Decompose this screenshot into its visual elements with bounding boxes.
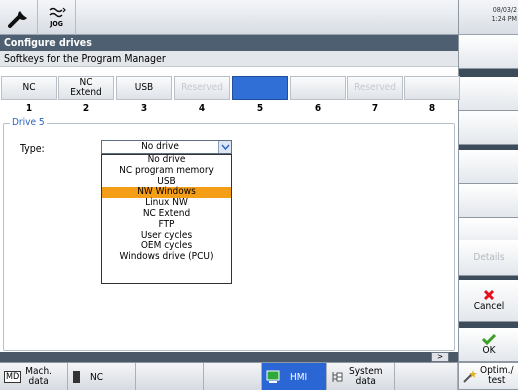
mach-data-label: Mach. data — [25, 367, 52, 387]
preview-softkey-8[interactable] — [404, 76, 460, 100]
vertical-softkey-4[interactable] — [459, 150, 518, 184]
softkey-number: 7 — [371, 103, 379, 114]
details-button[interactable]: Details — [459, 240, 518, 276]
preview-softkey-6[interactable] — [290, 76, 346, 100]
optim-label: Optim./ test — [480, 366, 513, 386]
preview-softkey-line1: NC — [22, 82, 36, 93]
drive-type-options: No drive NC program memory USB NW Window… — [101, 154, 232, 284]
cancel-label: Cancel — [473, 301, 505, 312]
page-title: Configure drives — [0, 35, 458, 51]
nc-button[interactable]: NC — [68, 363, 136, 390]
mach-data-line2: data — [28, 376, 49, 387]
vertical-softkey-3[interactable] — [459, 111, 518, 145]
hmi-label: HMI — [290, 371, 308, 383]
hmi-button[interactable]: HMI — [262, 363, 327, 390]
type-label: Type: — [20, 143, 45, 155]
optim-test-button[interactable]: Optim./ test — [459, 362, 518, 390]
scroll-right-button[interactable]: > — [431, 352, 449, 362]
drive-type-value: No drive — [141, 141, 179, 152]
system-data-label: System data — [349, 367, 383, 387]
softkey-number: 6 — [314, 103, 322, 114]
nc-card-icon — [73, 371, 80, 383]
system-data-button[interactable]: System data — [327, 363, 395, 390]
preview-softkey-label: NC Extend — [70, 78, 101, 98]
nc-label: NC — [90, 371, 104, 383]
vertical-softkey-2[interactable] — [459, 77, 518, 111]
clock-time: 1:24 PM — [491, 15, 517, 23]
monitor-icon — [266, 370, 280, 383]
ok-button[interactable]: OK — [459, 328, 518, 362]
preview-softkey-line2: Extend — [70, 87, 102, 98]
preview-softkey-label: NC — [22, 83, 35, 93]
wrench-icon — [7, 10, 27, 28]
softkey-preview-row: NC NC Extend USB Reserved Reserved — [0, 67, 460, 103]
clock-date: 08/03/2 — [492, 6, 517, 14]
page-subtitle: Softkeys for the Program Manager — [0, 51, 458, 67]
vertical-softkey-5[interactable] — [459, 184, 518, 218]
preview-softkey-1[interactable]: NC — [1, 76, 57, 100]
softkey-number: 2 — [82, 103, 90, 114]
softkey-number: 1 — [25, 103, 33, 114]
horizontal-softkey-divider — [0, 352, 458, 362]
horizontal-softkey-bar: MD Mach. data NC HMI System data — [0, 362, 458, 390]
checkmark-icon — [481, 333, 497, 345]
cancel-x-icon — [483, 289, 495, 301]
softkey-number-row: 1 2 3 4 5 6 7 8 — [0, 103, 458, 117]
md-icon: MD — [4, 371, 22, 383]
preview-softkey-5[interactable] — [232, 76, 288, 100]
wrench-button[interactable] — [0, 0, 38, 35]
machine-data-button[interactable]: MD Mach. data — [0, 363, 68, 390]
jog-label: JOG — [50, 20, 63, 28]
drive-type-option[interactable]: NC program memory — [102, 165, 231, 177]
header-bar: JOG — [0, 0, 458, 35]
drive-type-option[interactable]: Windows drive (PCU) — [102, 251, 231, 263]
preview-softkey-4[interactable]: Reserved — [174, 76, 230, 100]
ok-label: OK — [482, 345, 496, 356]
preview-softkey-line1: Reserved — [354, 82, 396, 93]
drive-type-dropdown[interactable]: No drive — [101, 140, 232, 154]
horizontal-softkey-4[interactable] — [204, 363, 262, 390]
system-data-line2: data — [355, 376, 376, 387]
softkey-divider — [459, 69, 518, 77]
softkey-number: 4 — [198, 103, 206, 114]
preview-softkey-2[interactable]: NC Extend — [58, 76, 114, 100]
preview-softkey-7[interactable]: Reserved — [347, 76, 403, 100]
softkey-number: 8 — [428, 103, 436, 114]
clock: 08/03/2 1:24 PM — [459, 0, 518, 35]
preview-softkey-line1: USB — [134, 82, 154, 93]
tree-icon — [332, 372, 343, 382]
drive-type-option[interactable]: FTP — [102, 219, 231, 231]
softkey-number: 5 — [256, 103, 264, 114]
vertical-softkey-bar: 08/03/2 1:24 PM Details Cancel OK Optim.… — [458, 0, 518, 390]
preview-softkey-line1: Reserved — [181, 82, 223, 93]
preview-softkey-3[interactable]: USB — [116, 76, 172, 100]
optim-line2: test — [488, 375, 506, 386]
softkey-number: 3 — [140, 103, 148, 114]
chevron-down-icon[interactable] — [218, 141, 231, 153]
horizontal-softkey-3[interactable] — [136, 363, 204, 390]
details-label: Details — [473, 252, 505, 263]
optim-wand-icon — [463, 370, 477, 383]
jog-mode-button[interactable]: JOG — [38, 0, 76, 35]
cancel-button[interactable]: Cancel — [459, 280, 518, 322]
jog-icon — [48, 7, 66, 18]
horizontal-softkey-7[interactable] — [395, 363, 458, 390]
vertical-softkey-1[interactable] — [459, 35, 518, 69]
drive-group-legend: Drive 5 — [10, 117, 47, 128]
